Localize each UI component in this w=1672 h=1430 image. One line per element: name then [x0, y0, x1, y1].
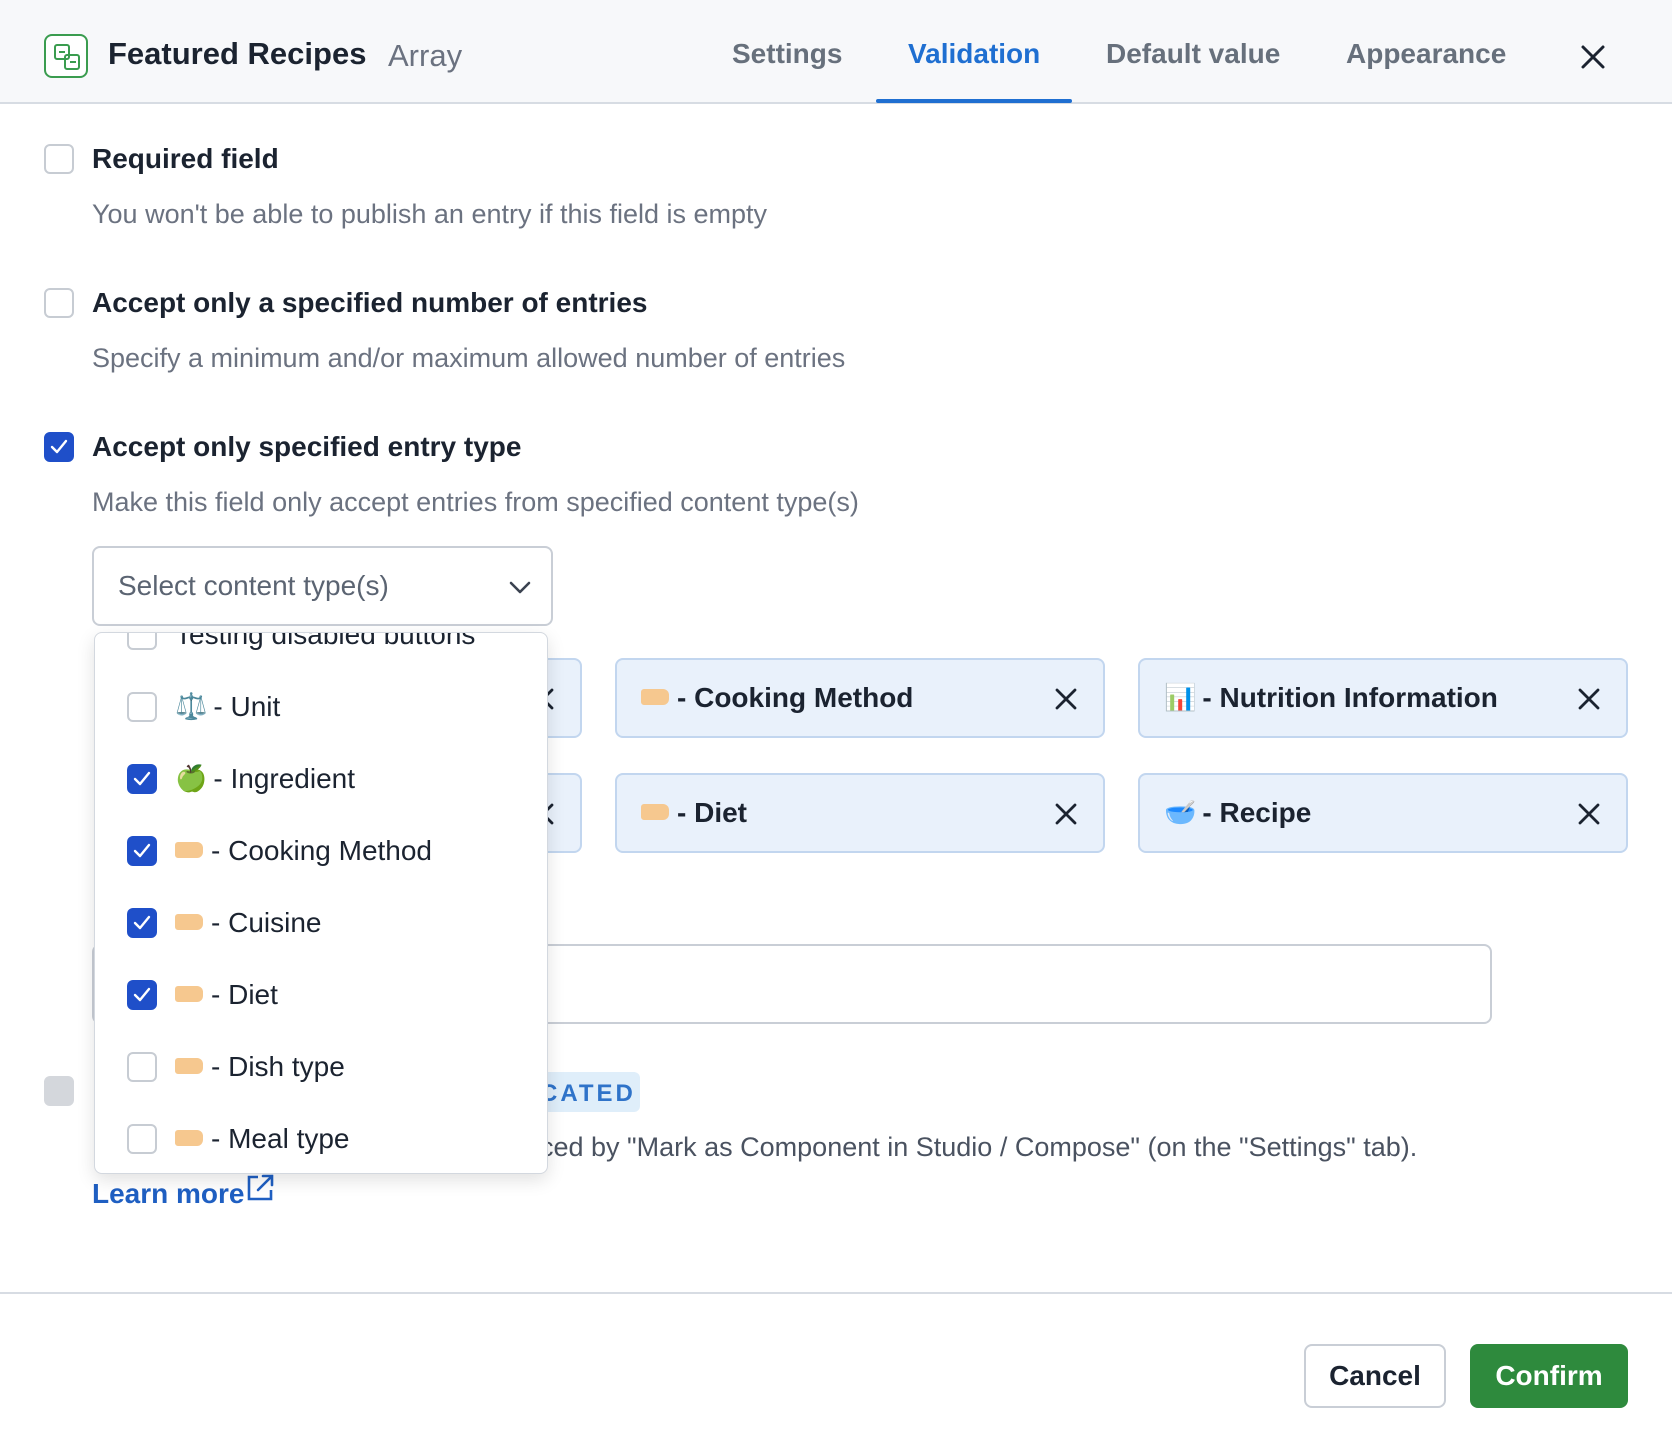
bar-chart-icon: 📊: [1164, 682, 1197, 713]
dropdown-item-diet[interactable]: - Diet: [95, 965, 547, 1025]
content-type-dropdown[interactable]: Testing disabled buttons ⚖️ - Unit 🍏 - Ing…: [94, 632, 548, 1174]
dropdown-item-dish-type[interactable]: - Dish type: [95, 1037, 547, 1097]
scale-icon: ⚖️: [175, 691, 208, 722]
field-type: Array: [388, 38, 463, 73]
checkmark-icon: [133, 843, 151, 858]
field-title: Featured Recipes: [108, 36, 367, 71]
deprecated-badge-text: CATED: [540, 1080, 636, 1107]
dropdown-checkbox[interactable]: [127, 692, 157, 722]
checkmark-icon: [133, 987, 151, 1002]
deprecated-option-checkbox: [44, 1076, 74, 1106]
tag-icon: [641, 688, 669, 705]
confirm-button[interactable]: Confirm: [1470, 1344, 1628, 1408]
tag-icon: [641, 803, 669, 820]
tab-appearance[interactable]: Appearance: [1346, 38, 1506, 70]
tab-settings[interactable]: Settings: [732, 38, 842, 70]
checkmark-icon: [133, 771, 151, 786]
dropdown-checkbox[interactable]: [127, 764, 157, 794]
entry-type-checkbox[interactable]: [44, 432, 74, 462]
select-placeholder: Select content type(s): [118, 570, 389, 601]
remove-chip-icon[interactable]: [1576, 801, 1602, 827]
entries-count-checkbox[interactable]: [44, 288, 74, 318]
dropdown-item-ingredient[interactable]: 🍏 - Ingredient: [95, 749, 547, 809]
close-icon[interactable]: [1572, 36, 1614, 78]
tag-icon: [175, 1129, 203, 1146]
remove-chip-icon[interactable]: [1053, 686, 1079, 712]
remove-chip-icon[interactable]: [1576, 686, 1602, 712]
deprecated-description: ced by "Mark as Component in Studio / Co…: [540, 1132, 1418, 1162]
external-link-icon[interactable]: [244, 1172, 276, 1204]
tab-validation[interactable]: Validation: [908, 38, 1040, 70]
dropdown-item-meal-type[interactable]: - Meal type: [95, 1109, 547, 1169]
tag-icon: [175, 913, 203, 930]
dropdown-item-testing-disabled-buttons[interactable]: Testing disabled buttons: [95, 633, 547, 665]
dropdown-checkbox[interactable]: [127, 836, 157, 866]
tag-icon: [175, 1057, 203, 1074]
chevron-down-icon: [509, 581, 531, 594]
apple-icon: 🍏: [175, 763, 208, 794]
entries-count-description: Specify a minimum and/or maximum allowed…: [92, 343, 846, 373]
dropdown-item-unit[interactable]: ⚖️ - Unit: [95, 677, 547, 737]
content-type-select[interactable]: Select content type(s): [92, 546, 553, 626]
selected-chip-nutrition-information: 📊 - Nutrition Information: [1138, 658, 1628, 738]
reference-field-icon: [44, 34, 88, 78]
dropdown-checkbox[interactable]: [127, 1124, 157, 1154]
dropdown-item-cooking-method[interactable]: - Cooking Method: [95, 821, 547, 881]
required-field-checkbox[interactable]: [44, 144, 74, 174]
footer-divider: [0, 1292, 1672, 1294]
checkmark-icon: [133, 915, 151, 930]
modal-header: Featured Recipes Array Settings Validati…: [0, 0, 1672, 104]
dropdown-checkbox[interactable]: [127, 1052, 157, 1082]
dropdown-checkbox[interactable]: [127, 980, 157, 1010]
learn-more-link[interactable]: Learn more: [92, 1178, 245, 1210]
entry-type-description: Make this field only accept entries from…: [92, 487, 859, 517]
dropdown-item-cuisine[interactable]: - Cuisine: [95, 893, 547, 953]
tab-default-value[interactable]: Default value: [1106, 38, 1280, 70]
active-tab-indicator: [876, 99, 1072, 103]
bowl-icon: 🥣: [1164, 797, 1197, 828]
tag-icon: [175, 841, 203, 858]
selected-chip-diet: - Diet: [615, 773, 1105, 853]
entries-count-label: Accept only a specified number of entrie…: [92, 287, 648, 318]
tag-icon: [175, 985, 203, 1002]
checkmark-icon: [50, 439, 68, 454]
required-field-label: Required field: [92, 143, 279, 174]
entry-type-label: Accept only specified entry type: [92, 431, 522, 462]
selected-chip-cooking-method: - Cooking Method: [615, 658, 1105, 738]
cancel-button[interactable]: Cancel: [1304, 1344, 1446, 1408]
dropdown-checkbox[interactable]: [127, 908, 157, 938]
remove-chip-icon[interactable]: [1053, 801, 1079, 827]
selected-chip-recipe: 🥣 - Recipe: [1138, 773, 1628, 853]
dropdown-checkbox[interactable]: [127, 633, 157, 650]
required-field-description: You won't be able to publish an entry if…: [92, 199, 768, 229]
